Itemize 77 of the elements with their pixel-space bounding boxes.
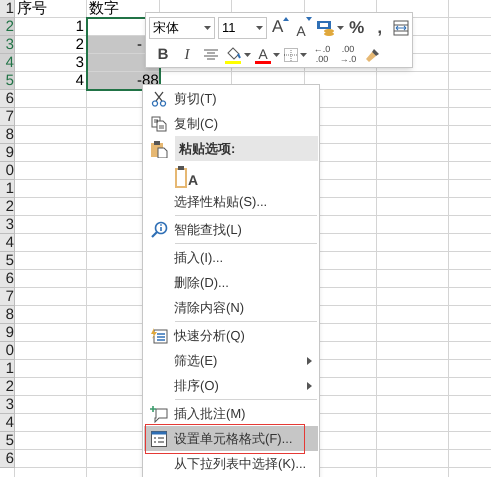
row-header[interactable]: 1 [0, 360, 15, 378]
table-cell-text: 3 [74, 54, 85, 71]
menu-item[interactable]: 插入(I)... [144, 245, 318, 270]
font-size-field[interactable]: 11 [218, 17, 267, 39]
row-header[interactable]: 0 [0, 342, 15, 360]
row-header[interactable]: 9 [0, 144, 15, 162]
row-header[interactable]: 2 [0, 18, 15, 36]
menu-item[interactable]: 筛选(E) [144, 348, 318, 373]
menu-item[interactable]: 设置单元格格式(F)... [144, 426, 318, 451]
italic-button[interactable]: I [177, 44, 197, 66]
caret-icon [244, 53, 251, 57]
menu-item[interactable]: 复制(C) [144, 111, 318, 136]
align-center-icon [204, 49, 218, 61]
row-header[interactable]: 2 [0, 378, 15, 396]
row-header[interactable]: 9 [0, 324, 15, 342]
caret-icon [204, 26, 211, 30]
table-cell-text: 1 [74, 18, 85, 35]
menu-item[interactable]: 智能查找(L) [144, 217, 318, 242]
row-header[interactable]: 1 [0, 0, 15, 18]
row-header[interactable]: 3 [0, 216, 15, 234]
row-header[interactable]: 5 [0, 252, 15, 270]
table-cell-text: 4 [74, 72, 85, 89]
clipboard-icon [150, 140, 168, 158]
decimal-button[interactable]: ←.0 .00 [311, 44, 333, 66]
row-header[interactable]: 4 [0, 414, 15, 432]
menu-item[interactable]: 从下拉列表中选择(K)... [144, 451, 318, 476]
copy-icon [151, 116, 167, 132]
row-header[interactable]: 7 [0, 108, 15, 126]
table-cell-text: 2 [74, 36, 85, 53]
comment-icon [150, 404, 168, 422]
paste-text-only-button[interactable]: A [173, 162, 200, 188]
caret-icon [256, 26, 263, 30]
table-cell-text: 序号 [16, 0, 48, 17]
format-button[interactable]: % [346, 17, 367, 39]
submenu-arrow-icon [307, 382, 312, 390]
down-triangle-icon [306, 17, 312, 21]
row-header[interactable]: 2 [0, 198, 15, 216]
row-header[interactable]: 4 [0, 234, 15, 252]
up-triangle-icon [283, 17, 290, 21]
format-button[interactable]: , [370, 17, 390, 39]
row-header[interactable]: 0 [0, 162, 15, 180]
row-header[interactable]: 3 [0, 396, 15, 414]
menu-item[interactable]: 快速分析(Q) [144, 323, 318, 348]
caret-icon [336, 26, 344, 30]
menu-item[interactable]: 剪切(T) [144, 86, 318, 111]
search-info-icon [150, 220, 168, 238]
menu-item[interactable]: 删除(D)... [144, 270, 318, 295]
row-header[interactable]: 1 [0, 180, 15, 198]
row-header[interactable]: 5 [0, 72, 15, 90]
caret-icon [300, 53, 307, 57]
caret-icon [273, 53, 280, 57]
row-header[interactable]: 7 [0, 288, 15, 306]
menu-item[interactable]: 选择性粘贴(S)... [144, 189, 318, 214]
row-header[interactable]: 4 [0, 54, 15, 72]
section-heading: 粘贴选项: [175, 136, 318, 161]
row-header[interactable]: 8 [0, 126, 15, 144]
quick-analysis-icon [150, 326, 168, 344]
menu-item[interactable]: 清除内容(N) [144, 295, 318, 320]
row-header[interactable]: 6 [0, 450, 15, 468]
row-header[interactable]: 8 [0, 306, 15, 324]
scissors-icon [151, 90, 167, 106]
row-header[interactable]: 3 [0, 36, 15, 54]
decrease-font-button[interactable]: A [294, 17, 314, 39]
increase-font-button[interactable]: A [270, 17, 292, 39]
format-cells-icon [151, 430, 167, 446]
decimal-button[interactable]: .00 →.0 [337, 44, 359, 66]
menu-item[interactable]: 排序(O) [144, 373, 318, 398]
row-header[interactable]: 5 [0, 432, 15, 450]
row-header[interactable]: 6 [0, 90, 15, 108]
money-icon [316, 20, 335, 36]
submenu-arrow-icon [307, 356, 312, 364]
table-cell-text: 数字 [88, 0, 120, 17]
font-name-field[interactable]: 宋体 [149, 17, 215, 39]
menu-item[interactable]: 插入批注(M) [144, 401, 318, 426]
clipboard-icon [175, 166, 187, 188]
font-color-button[interactable]: A [255, 44, 280, 66]
row-header[interactable]: 6 [0, 270, 15, 288]
